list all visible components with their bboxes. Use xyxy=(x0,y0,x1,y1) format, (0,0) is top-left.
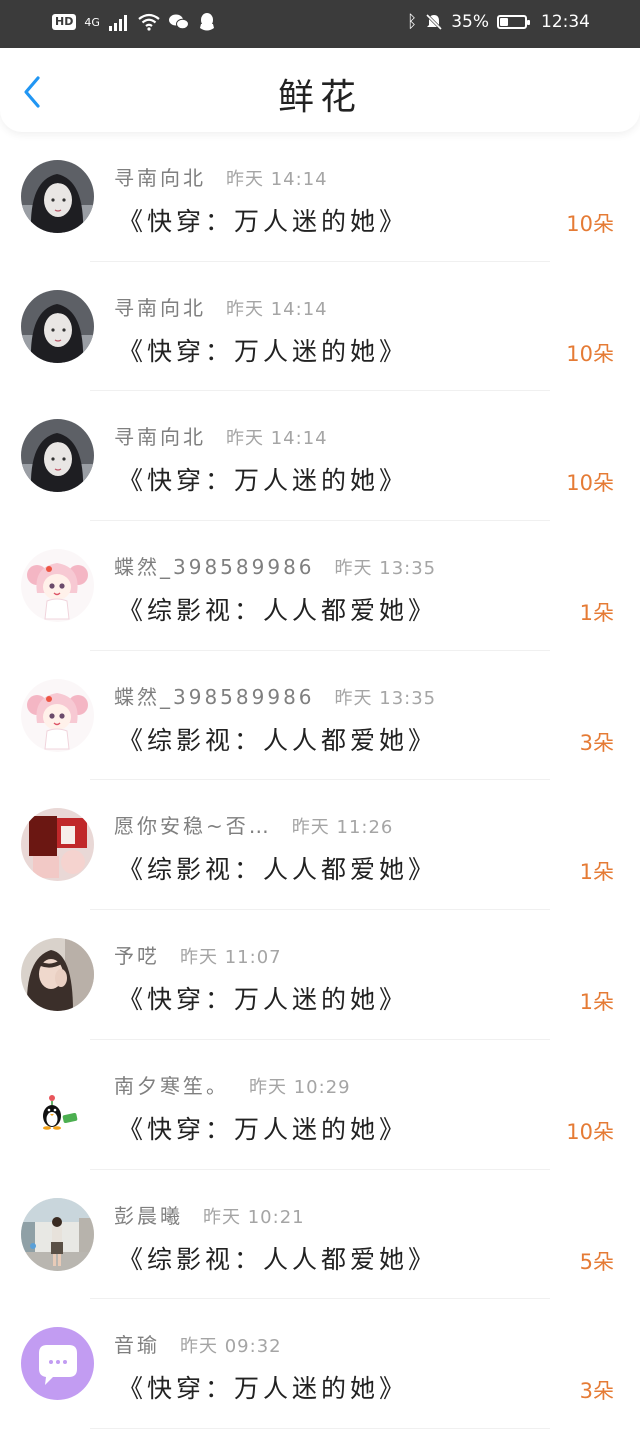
timestamp: 昨天 13:35 xyxy=(334,558,437,580)
book-title[interactable]: 《快穿：万人迷的她》 xyxy=(118,1369,408,1405)
timestamp: 昨天 10:21 xyxy=(203,1206,305,1228)
item-meta: 南夕寒笙。 昨天 10:29 xyxy=(114,1070,351,1099)
avatar[interactable] xyxy=(21,1197,94,1271)
list-item[interactable]: 寻南向北 昨天 14:14 《快穿：万人迷的她》 10朵 xyxy=(0,132,640,262)
avatar[interactable] xyxy=(21,808,94,882)
timestamp: 昨天 14:14 xyxy=(226,428,328,450)
signal-icon xyxy=(108,15,127,31)
wifi-icon xyxy=(138,13,160,31)
avatar[interactable] xyxy=(21,1327,94,1401)
status-time: 12:34 xyxy=(541,12,590,32)
timestamp: 昨天 11:26 xyxy=(291,817,394,839)
flower-count: 1朵 xyxy=(579,860,614,885)
list-item[interactable]: 蝶然_398589986 昨天 13:35 《综影视：人人都爱她》 1朵 xyxy=(0,521,640,651)
timestamp: 昨天 13:35 xyxy=(334,687,437,709)
user-name[interactable]: 寻南向北 xyxy=(114,425,206,449)
flower-count: 3朵 xyxy=(579,1379,614,1404)
user-name[interactable]: 予呓 xyxy=(114,944,160,968)
item-meta: 寻南向北 昨天 14:14 xyxy=(114,162,328,191)
avatar[interactable] xyxy=(21,678,94,752)
list-item[interactable]: 寻南向北 昨天 14:14 《快穿：万人迷的她》 10朵 xyxy=(0,391,640,521)
item-meta: 蝶然_398589986 昨天 13:35 xyxy=(114,681,436,710)
flower-count: 10朵 xyxy=(566,341,614,366)
item-meta: 寻南向北 昨天 14:14 xyxy=(114,292,328,321)
avatar[interactable] xyxy=(21,938,94,1012)
list-item[interactable]: 彭晨曦 昨天 10:21 《综影视：人人都爱她》 5朵 xyxy=(0,1170,640,1300)
avatar[interactable] xyxy=(21,1067,94,1141)
list-item[interactable]: 寻南向北 昨天 14:14 《快穿：万人迷的她》 10朵 xyxy=(0,262,640,392)
book-title[interactable]: 《快穿：万人迷的她》 xyxy=(118,1110,408,1146)
page-title: 鲜花 xyxy=(277,77,362,118)
bluetooth-icon: ᛒ xyxy=(407,12,418,32)
battery-percent: 35% xyxy=(451,12,489,32)
list-item[interactable]: 予呓 昨天 11:07 《快穿：万人迷的她》 1朵 xyxy=(0,910,640,1040)
user-name[interactable]: 彭晨曦 xyxy=(114,1204,183,1228)
qq-icon xyxy=(199,13,214,31)
status-bar-right: ᛒ 35% 12:34 xyxy=(407,12,590,32)
user-name[interactable]: 寻南向北 xyxy=(114,166,206,190)
avatar[interactable] xyxy=(21,419,94,493)
list-item[interactable]: 愿你安稳~否… 昨天 11:26 《综影视：人人都爱她》 1朵 xyxy=(0,780,640,910)
flower-gift-list: 寻南向北 昨天 14:14 《快穿：万人迷的她》 10朵 寻南向北 昨天 14:14 《快穿… xyxy=(0,132,640,1429)
timestamp: 昨天 14:14 xyxy=(226,169,328,190)
nav-bar: 鲜花 xyxy=(0,48,640,132)
status-bar: HD 4G ᛒ 35% 12:34 xyxy=(0,0,640,48)
network-label: 4G xyxy=(84,15,100,29)
item-meta: 予呓 昨天 11:07 xyxy=(114,940,282,969)
user-name[interactable]: 蝶然_398589986 xyxy=(114,555,315,579)
user-name[interactable]: 愿你安稳~否… xyxy=(114,814,272,838)
book-title[interactable]: 《综影视：人人都爱她》 xyxy=(118,721,437,757)
user-name[interactable]: 音瑜 xyxy=(114,1333,160,1357)
hd-badge: HD xyxy=(52,14,77,30)
flower-count: 10朵 xyxy=(566,1119,614,1144)
wechat-icon xyxy=(168,14,189,30)
timestamp: 昨天 09:32 xyxy=(180,1336,282,1358)
timestamp: 昨天 10:29 xyxy=(249,1076,351,1098)
book-title[interactable]: 《快穿：万人迷的她》 xyxy=(118,461,408,497)
book-title[interactable]: 《综影视：人人都爱她》 xyxy=(118,591,437,627)
avatar[interactable] xyxy=(21,549,94,623)
list-item[interactable]: 音瑜 昨天 09:32 《快穿：万人迷的她》 3朵 xyxy=(0,1299,640,1429)
battery-level-fill xyxy=(500,18,509,26)
user-name[interactable]: 南夕寒笙。 xyxy=(114,1074,229,1098)
book-title[interactable]: 《综影视：人人都爱她》 xyxy=(118,850,437,886)
item-meta: 蝶然_398589986 昨天 13:35 xyxy=(114,551,436,580)
item-meta: 寻南向北 昨天 14:14 xyxy=(114,421,328,450)
flower-count: 10朵 xyxy=(566,212,614,236)
battery-icon xyxy=(497,15,530,29)
list-item[interactable]: 南夕寒笙。 昨天 10:29 《快穿：万人迷的她》 10朵 xyxy=(0,1040,640,1170)
timestamp: 昨天 11:07 xyxy=(180,947,282,969)
status-bar-left: HD 4G xyxy=(52,12,216,32)
list-item[interactable]: 蝶然_398589986 昨天 13:35 《综影视：人人都爱她》 3朵 xyxy=(0,651,640,781)
timestamp: 昨天 14:14 xyxy=(226,298,328,320)
book-title[interactable]: 《综影视：人人都爱她》 xyxy=(118,1240,437,1276)
flower-count: 5朵 xyxy=(579,1249,614,1274)
item-meta: 彭晨曦 昨天 10:21 xyxy=(114,1200,305,1229)
mute-icon xyxy=(426,13,443,31)
flower-count: 1朵 xyxy=(579,601,614,626)
flower-count: 1朵 xyxy=(579,990,614,1015)
book-title[interactable]: 《快穿：万人迷的她》 xyxy=(118,332,408,368)
avatar[interactable] xyxy=(21,160,94,233)
avatar[interactable] xyxy=(21,289,94,363)
user-name[interactable]: 寻南向北 xyxy=(114,296,206,320)
book-title[interactable]: 《快穿：万人迷的她》 xyxy=(118,202,408,238)
item-meta: 音瑜 昨天 09:32 xyxy=(114,1329,282,1358)
flower-count: 10朵 xyxy=(566,471,614,496)
flower-count: 3朵 xyxy=(579,730,614,755)
book-title[interactable]: 《快穿：万人迷的她》 xyxy=(118,980,408,1016)
user-name[interactable]: 蝶然_398589986 xyxy=(114,685,315,709)
item-meta: 愿你安稳~否… 昨天 11:26 xyxy=(114,810,393,839)
